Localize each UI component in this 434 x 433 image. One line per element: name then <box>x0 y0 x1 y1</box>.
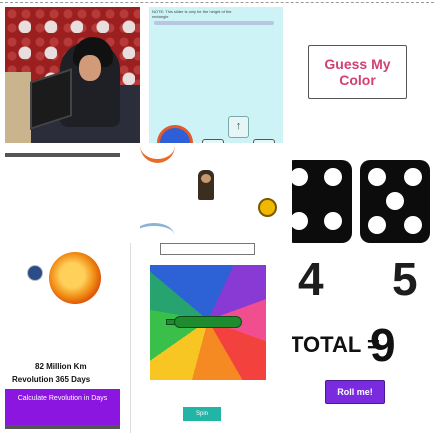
girl-laptop-photo[interactable] <box>5 7 140 143</box>
game-project-card[interactable] <box>140 145 290 240</box>
revolution-card[interactable]: 82 Million Km Revolution 365 Days Calcul… <box>5 240 130 430</box>
die-four-icon <box>292 160 352 243</box>
text-input[interactable] <box>160 243 255 255</box>
die2-value: 5 <box>392 253 418 305</box>
earth-icon <box>27 265 43 281</box>
right-button[interactable] <box>253 139 275 143</box>
orange-arc-icon <box>140 145 175 163</box>
up-arrow-button[interactable]: ↑ <box>228 116 249 138</box>
distance-text: 82 Million Km <box>35 362 87 371</box>
height-slider[interactable] <box>154 21 274 25</box>
die-five-icon <box>360 160 430 243</box>
guess-color-title: Guess My Color <box>324 56 391 88</box>
coin-icon <box>258 198 277 217</box>
card-divider <box>5 153 120 157</box>
total-label: TOTAL = <box>292 332 380 357</box>
sun-icon <box>49 252 101 304</box>
sprite-icon <box>157 125 193 143</box>
dice-roll-card[interactable]: 4 5 TOTAL = 9 Roll me! <box>292 160 434 405</box>
bottle-icon <box>174 316 242 328</box>
card-footer-bar <box>5 425 120 429</box>
revolution-text: Revolution 365 Days <box>12 375 91 384</box>
top-divider <box>0 2 434 3</box>
slider-project-card[interactable]: NOTE: This slider is only for the height… <box>149 7 283 143</box>
spin-bottle-card[interactable]: Spin <box>130 243 291 433</box>
roll-button[interactable]: Roll me! <box>325 380 385 404</box>
die1-value: 4 <box>298 253 324 305</box>
guess-color-card[interactable]: Guess My Color <box>308 45 407 99</box>
calculate-button[interactable]: Calculate Revolution in Days <box>5 389 120 425</box>
slider-note: NOTE: This slider is only for the height… <box>152 9 232 19</box>
spin-button[interactable]: Spin <box>183 407 221 421</box>
dish-icon <box>140 223 174 240</box>
left-button[interactable] <box>202 139 224 143</box>
total-value: 9 <box>370 319 396 371</box>
